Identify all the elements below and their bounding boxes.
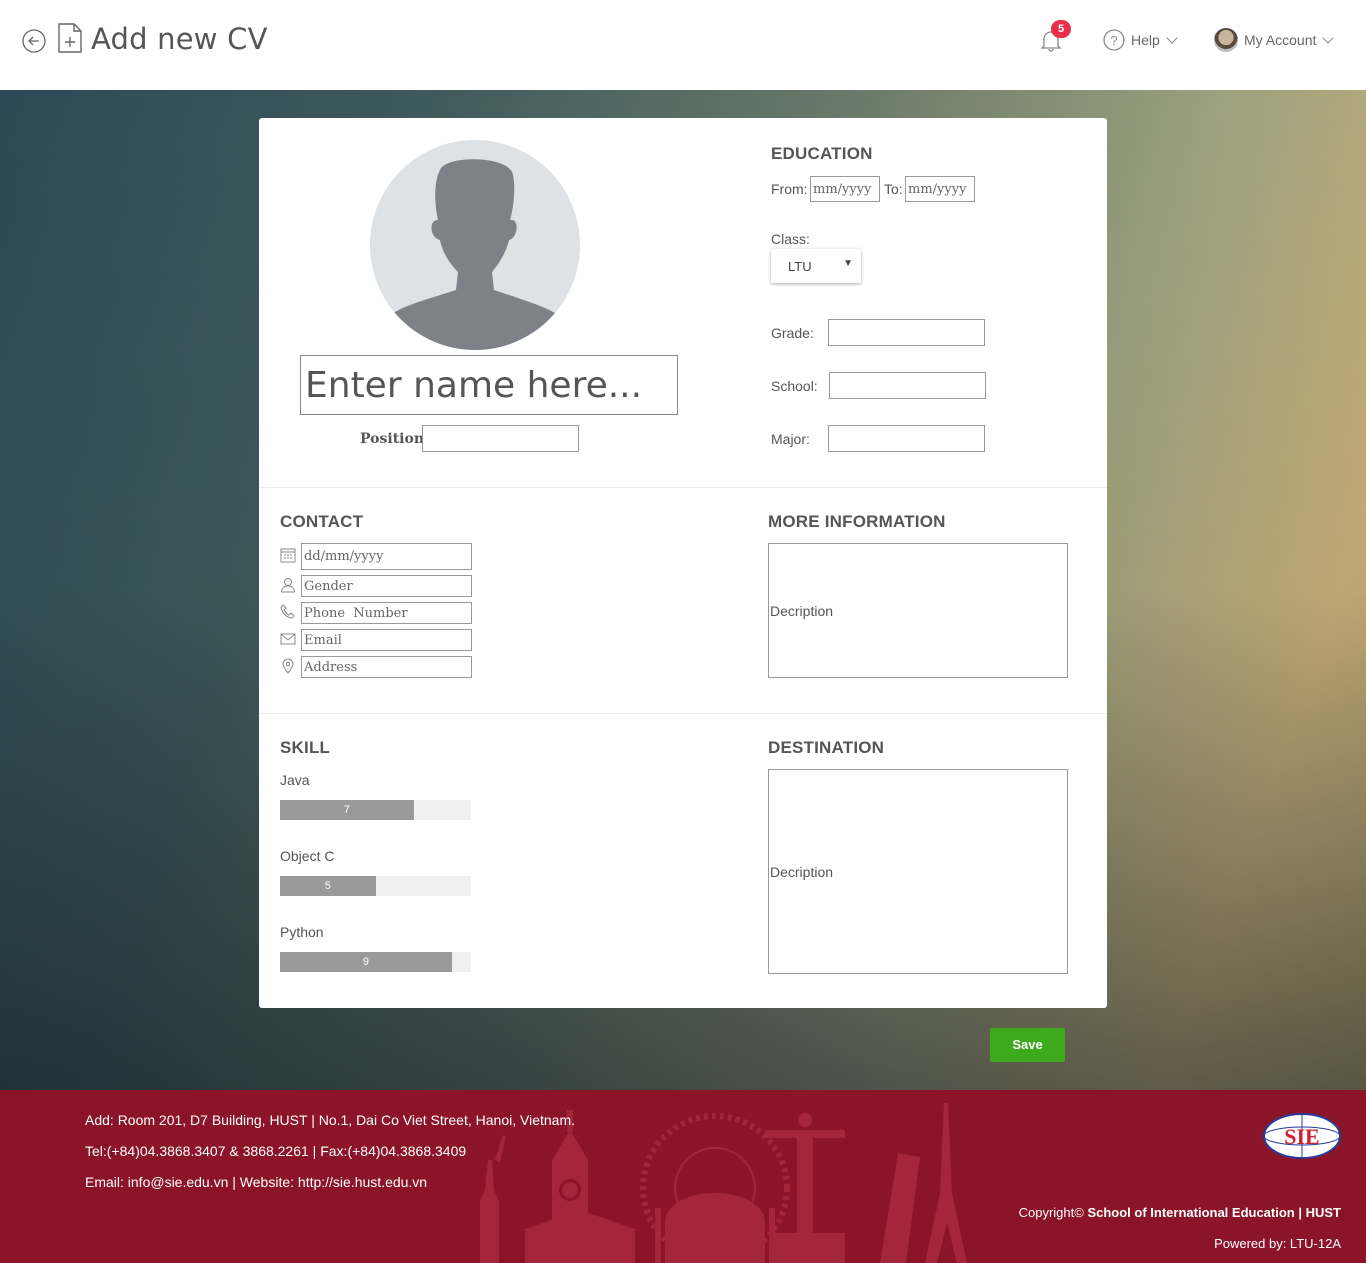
svg-text:?: ? (1110, 33, 1117, 48)
skill-name: Java (280, 772, 310, 788)
copyright-org: School of International Education | HUST (1087, 1205, 1341, 1220)
more-information-placeholder: Decription (770, 603, 834, 619)
page-title: Add new CV (91, 22, 268, 56)
account-label: My Account (1244, 32, 1317, 48)
class-select-value: LTU (788, 259, 812, 274)
footer-copyright: Copyright© School of International Educa… (1019, 1205, 1341, 1220)
section-divider (259, 713, 1107, 714)
skill-bar-fill: 9 (280, 952, 452, 972)
svg-text:SIE: SIE (1284, 1124, 1319, 1149)
footer-address: Add: Room 201, D7 Building, HUST | No.1,… (85, 1112, 575, 1128)
position-label: Position: (360, 431, 430, 447)
class-label: Class: (771, 231, 810, 247)
phone-input[interactable] (301, 602, 472, 624)
position-input[interactable] (422, 425, 579, 452)
address-input[interactable] (301, 656, 472, 678)
destination-placeholder: Decription (770, 864, 834, 880)
email-icon (280, 633, 296, 645)
phone-icon (280, 604, 295, 619)
skill-name: Python (280, 924, 324, 940)
skill-bar[interactable]: 5 (280, 876, 471, 896)
chevron-down-icon (1322, 31, 1335, 44)
back-arrow-icon[interactable] (22, 29, 46, 53)
footer-email-website: Email: info@sie.edu.vn | Website: http:/… (85, 1174, 428, 1190)
skill-name: Object C (280, 848, 335, 864)
new-document-icon (58, 23, 82, 53)
person-silhouette-icon (390, 159, 558, 350)
more-information-textarea[interactable]: Decription (768, 543, 1068, 678)
cv-form-card: Position: EDUCATION From: To: Class: LTU… (259, 118, 1107, 1008)
class-select[interactable]: LTU ▼ (771, 249, 861, 283)
birthdate-input[interactable] (301, 543, 472, 570)
skill-heading: SKILL (280, 738, 331, 757)
to-label: To: (884, 181, 903, 197)
contact-heading: CONTACT (280, 512, 364, 531)
profile-photo-placeholder[interactable] (370, 140, 580, 350)
skill-bar-fill: 7 (280, 800, 414, 820)
footer-tel: Tel:(+84)04.3868.3407 & 3868.2261 | Fax:… (85, 1143, 467, 1159)
to-date-input[interactable] (905, 176, 975, 202)
school-input[interactable] (829, 372, 986, 399)
from-date-input[interactable] (810, 176, 880, 202)
help-icon: ? (1103, 29, 1125, 51)
section-divider (259, 487, 1107, 488)
top-bar: Add new CV 5 ? Help My Account (0, 0, 1366, 90)
dropdown-arrow-icon: ▼ (843, 258, 853, 269)
from-label: From: (771, 181, 808, 197)
account-menu[interactable]: My Account (1214, 27, 1335, 53)
destination-heading: DESTINATION (768, 738, 885, 757)
footer: Add: Room 201, D7 Building, HUST | No.1,… (0, 1090, 1366, 1263)
user-icon (280, 578, 296, 593)
major-label: Major: (771, 431, 810, 447)
school-label: School: (771, 378, 818, 394)
avatar (1214, 28, 1238, 52)
gender-input[interactable] (301, 575, 472, 597)
sie-logo: SIE (1263, 1113, 1341, 1159)
calendar-icon (280, 548, 296, 563)
name-input[interactable] (300, 355, 678, 415)
education-heading: EDUCATION (771, 144, 873, 163)
email-input[interactable] (301, 629, 472, 651)
notification-badge: 5 (1051, 20, 1071, 38)
location-pin-icon (282, 658, 294, 674)
help-label: Help (1131, 32, 1160, 48)
more-information-heading: MORE INFORMATION (768, 512, 946, 531)
grade-label: Grade: (771, 325, 814, 341)
chevron-down-icon (1166, 31, 1178, 44)
copyright-prefix: Copyright© (1018, 1205, 1084, 1220)
skill-bar-fill: 5 (280, 876, 376, 896)
skill-bar[interactable]: 9 (280, 952, 471, 972)
help-menu[interactable]: ? Help (1103, 28, 1178, 52)
destination-textarea[interactable]: Decription (768, 769, 1068, 974)
grade-input[interactable] (828, 319, 985, 346)
footer-powered-by: Powered by: LTU-12A (1214, 1236, 1341, 1251)
major-input[interactable] (828, 425, 985, 452)
save-button[interactable]: Save (990, 1028, 1065, 1062)
skill-bar[interactable]: 7 (280, 800, 471, 820)
